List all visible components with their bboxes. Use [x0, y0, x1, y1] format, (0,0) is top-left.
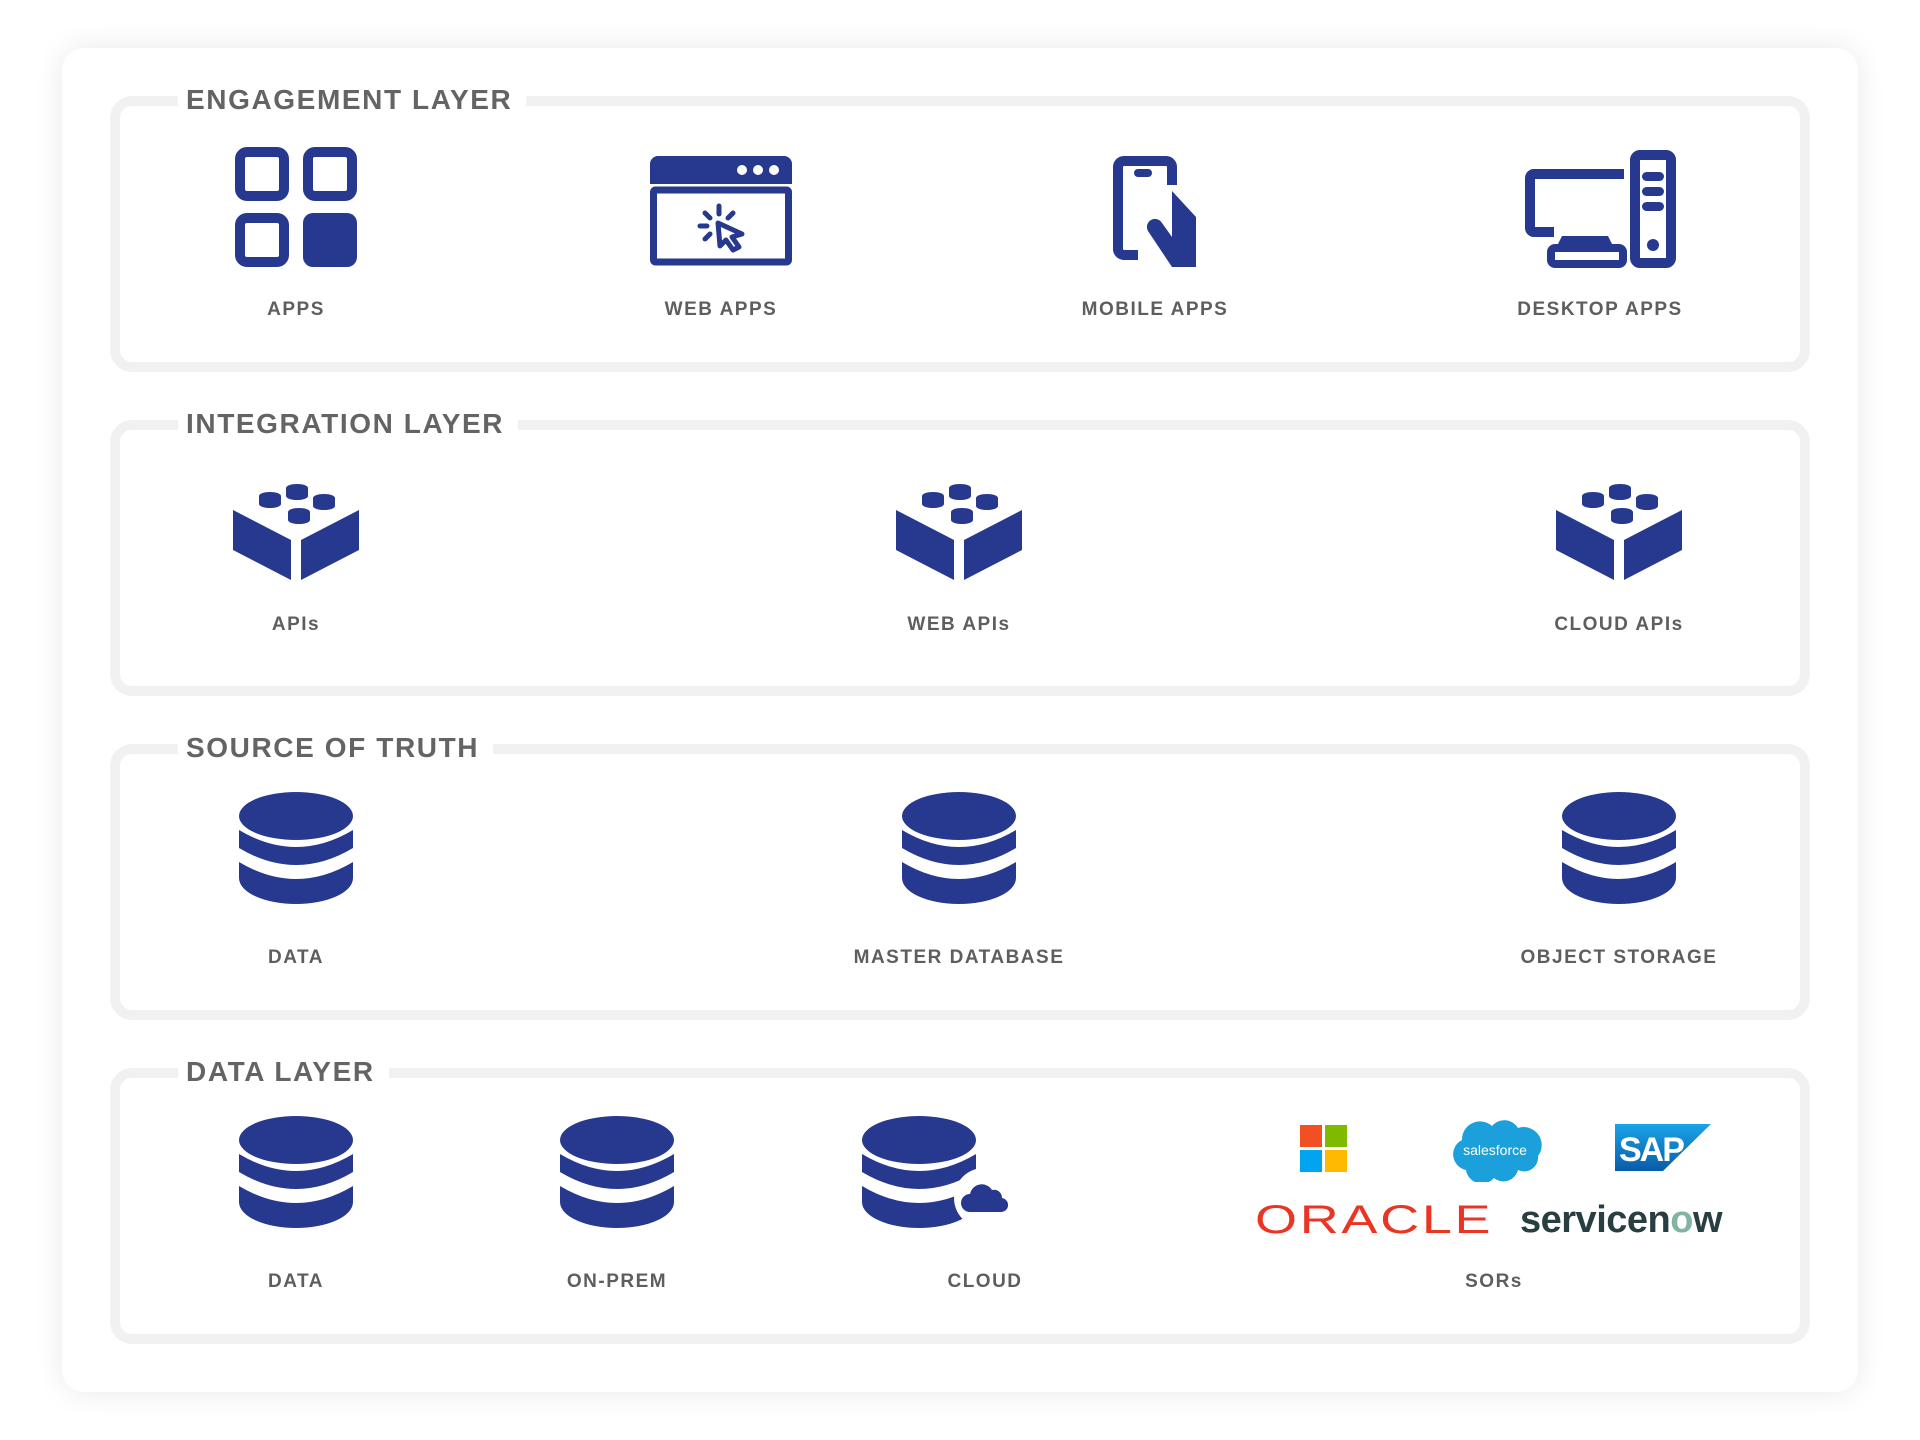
item-label: CLOUD [947, 1271, 1023, 1292]
salesforce-logo-icon: salesforce [1453, 1120, 1542, 1182]
item-label: SORs [1465, 1271, 1523, 1292]
section-title: SOURCE OF TRUTH [178, 728, 494, 768]
item-label: DATA [268, 1271, 324, 1292]
item-data: DATA [116, 1116, 476, 1292]
item-mobile-apps: MOBILE APPS [975, 155, 1335, 320]
servicenow-text-end: w [1692, 1199, 1723, 1241]
item-label: APPS [267, 299, 325, 320]
item-label: ON-PREM [566, 1271, 668, 1292]
item-on-prem: ON-PREM [437, 1116, 797, 1292]
database-icon [1562, 792, 1676, 904]
sap-text: SAP [1619, 1131, 1684, 1169]
item-label: MOBILE APPS [1081, 299, 1229, 320]
servicenow-text: servicen [1520, 1199, 1671, 1241]
item-apis: APIs [116, 484, 476, 635]
item-apps: APPS [116, 147, 476, 320]
section-title: DATA LAYER [178, 1052, 389, 1092]
building-block-icon [896, 484, 1022, 580]
building-block-icon [233, 484, 359, 580]
item-master-database: MASTER DATABASE [779, 792, 1139, 968]
database-icon [239, 1116, 353, 1228]
item-object-storage: OBJECT STORAGE [1439, 792, 1799, 968]
database-icon [902, 792, 1016, 904]
database-icon [239, 792, 353, 904]
item-web-apis: WEB APIs [779, 484, 1139, 635]
item-label: DESKTOP APPS [1517, 299, 1683, 320]
desktop-computer-icon [1525, 150, 1676, 268]
item-label: DATA [268, 947, 324, 968]
item-label: MASTER DATABASE [853, 947, 1065, 968]
database-cloud-icon [862, 1116, 1012, 1228]
sap-logo-icon: SAP [1615, 1124, 1711, 1171]
section-title: ENGAGEMENT LAYER [178, 80, 527, 120]
servicenow-logo: servicenow [1520, 1196, 1723, 1244]
item-cloud: CLOUD [805, 1116, 1165, 1292]
microsoft-logo-icon [1300, 1125, 1347, 1172]
oracle-logo: ORACLE [1255, 1198, 1494, 1242]
item-label: WEB APIs [907, 614, 1011, 635]
item-data: DATA [116, 792, 476, 968]
item-label: APIs [271, 614, 321, 635]
item-desktop-apps: DESKTOP APPS [1420, 150, 1780, 320]
item-label: CLOUD APIs [1554, 614, 1684, 635]
hand-phone-icon [1113, 156, 1196, 267]
servicenow-o-icon: o [1670, 1199, 1693, 1241]
building-block-icon [1556, 484, 1682, 580]
item-label: WEB APPS [664, 299, 778, 320]
browser-click-icon [650, 156, 792, 266]
section-title: INTEGRATION LAYER [178, 404, 519, 444]
salesforce-text: salesforce [1463, 1142, 1527, 1158]
item-cloud-apis: CLOUD APIs [1439, 484, 1799, 635]
item-label: OBJECT STORAGE [1520, 947, 1718, 968]
apps-grid-icon [235, 147, 357, 267]
item-web-apps: WEB APPS [541, 156, 901, 320]
database-icon [560, 1116, 674, 1228]
